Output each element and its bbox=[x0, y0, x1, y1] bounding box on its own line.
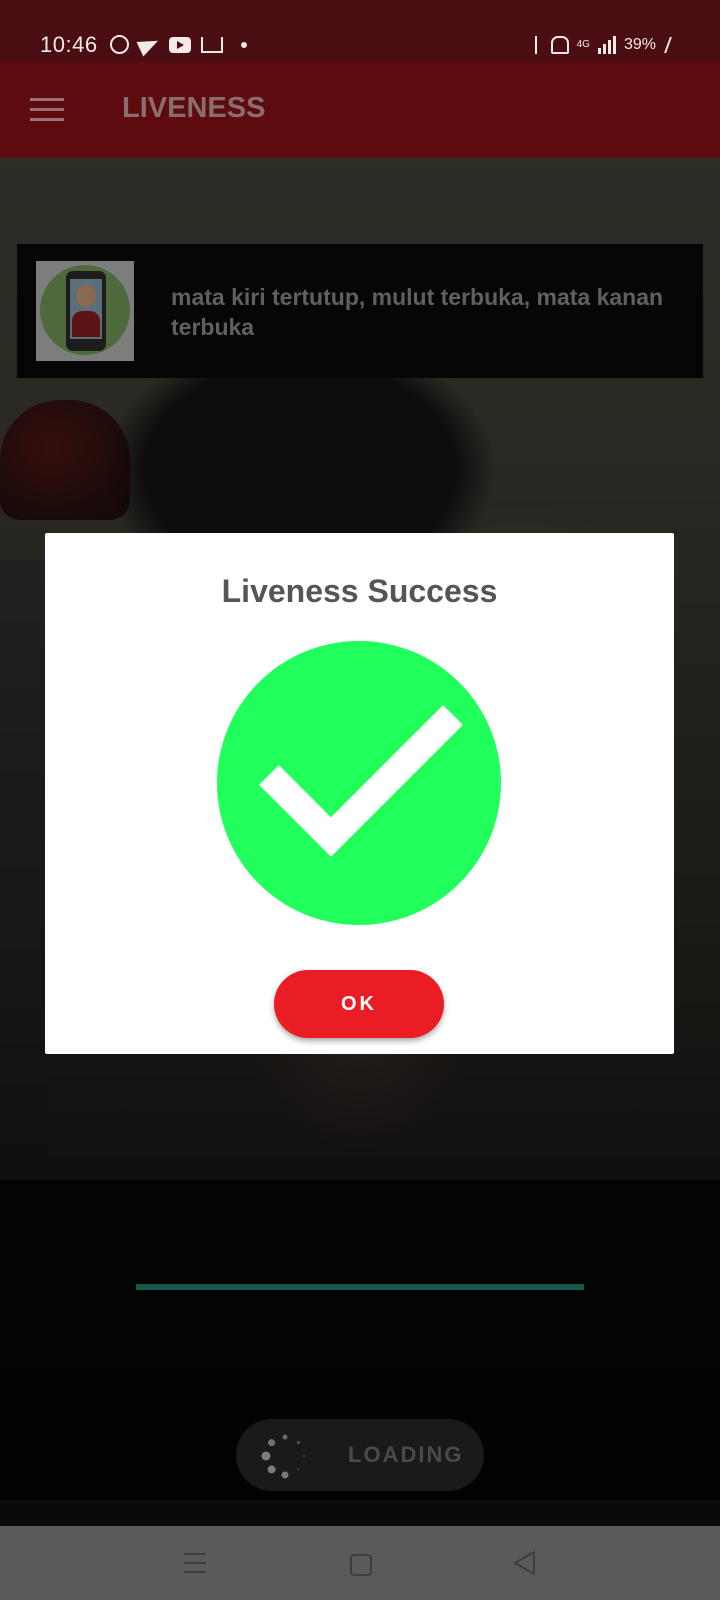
recents-icon[interactable] bbox=[184, 1553, 206, 1573]
youtube-icon bbox=[169, 36, 191, 53]
more-notifications-icon bbox=[241, 41, 247, 48]
loading-label: LOADING bbox=[348, 1442, 464, 1467]
app-bar: LIVENESS bbox=[0, 62, 720, 158]
phone-selfie-illustration bbox=[36, 261, 134, 361]
system-icons: 4G 39% bbox=[529, 36, 672, 54]
hamburger-menu-icon[interactable] bbox=[30, 98, 64, 122]
status-time: 10:46 bbox=[40, 32, 98, 57]
page-title: LIVENESS bbox=[122, 92, 266, 124]
gmail-icon bbox=[201, 36, 223, 53]
status-bar: 10:46 4G 39% bbox=[0, 0, 720, 62]
bell-off-icon bbox=[550, 36, 569, 54]
home-icon[interactable] bbox=[350, 1554, 372, 1576]
telegram-icon bbox=[136, 33, 162, 56]
ok-button[interactable]: OK bbox=[274, 970, 444, 1038]
whatsapp-icon bbox=[110, 35, 129, 54]
notification-icons bbox=[110, 33, 247, 56]
instruction-text: mata kiri tertutup, mulut terbuka, mata … bbox=[171, 284, 664, 340]
bluetooth-icon bbox=[529, 36, 543, 54]
back-icon[interactable] bbox=[512, 1550, 536, 1576]
instruction-card: mata kiri tertutup, mulut terbuka, mata … bbox=[17, 244, 703, 378]
loading-indicator: LOADING bbox=[236, 1419, 484, 1491]
success-dialog: Liveness Success OK bbox=[45, 533, 674, 1054]
spinner-icon bbox=[261, 1434, 305, 1479]
liveness-progress-bar bbox=[136, 1284, 584, 1290]
network-type: 4G bbox=[576, 39, 590, 50]
dialog-title: Liveness Success bbox=[221, 573, 498, 609]
check-circle-icon bbox=[217, 641, 501, 925]
signal-icon bbox=[597, 36, 616, 54]
system-nav-bar bbox=[0, 1526, 720, 1600]
charging-icon bbox=[664, 37, 672, 53]
liveness-progress-fill bbox=[136, 1284, 584, 1290]
battery-level: 39% bbox=[623, 36, 656, 53]
